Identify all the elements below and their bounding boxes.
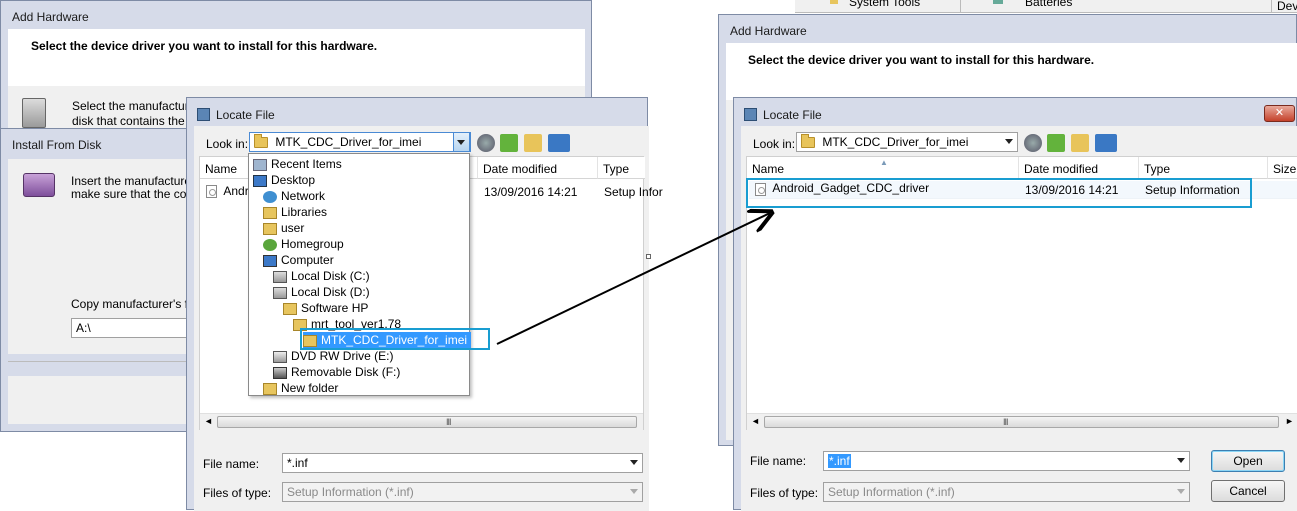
arrow-line	[496, 213, 770, 345]
annotation-arrow	[496, 0, 1297, 345]
